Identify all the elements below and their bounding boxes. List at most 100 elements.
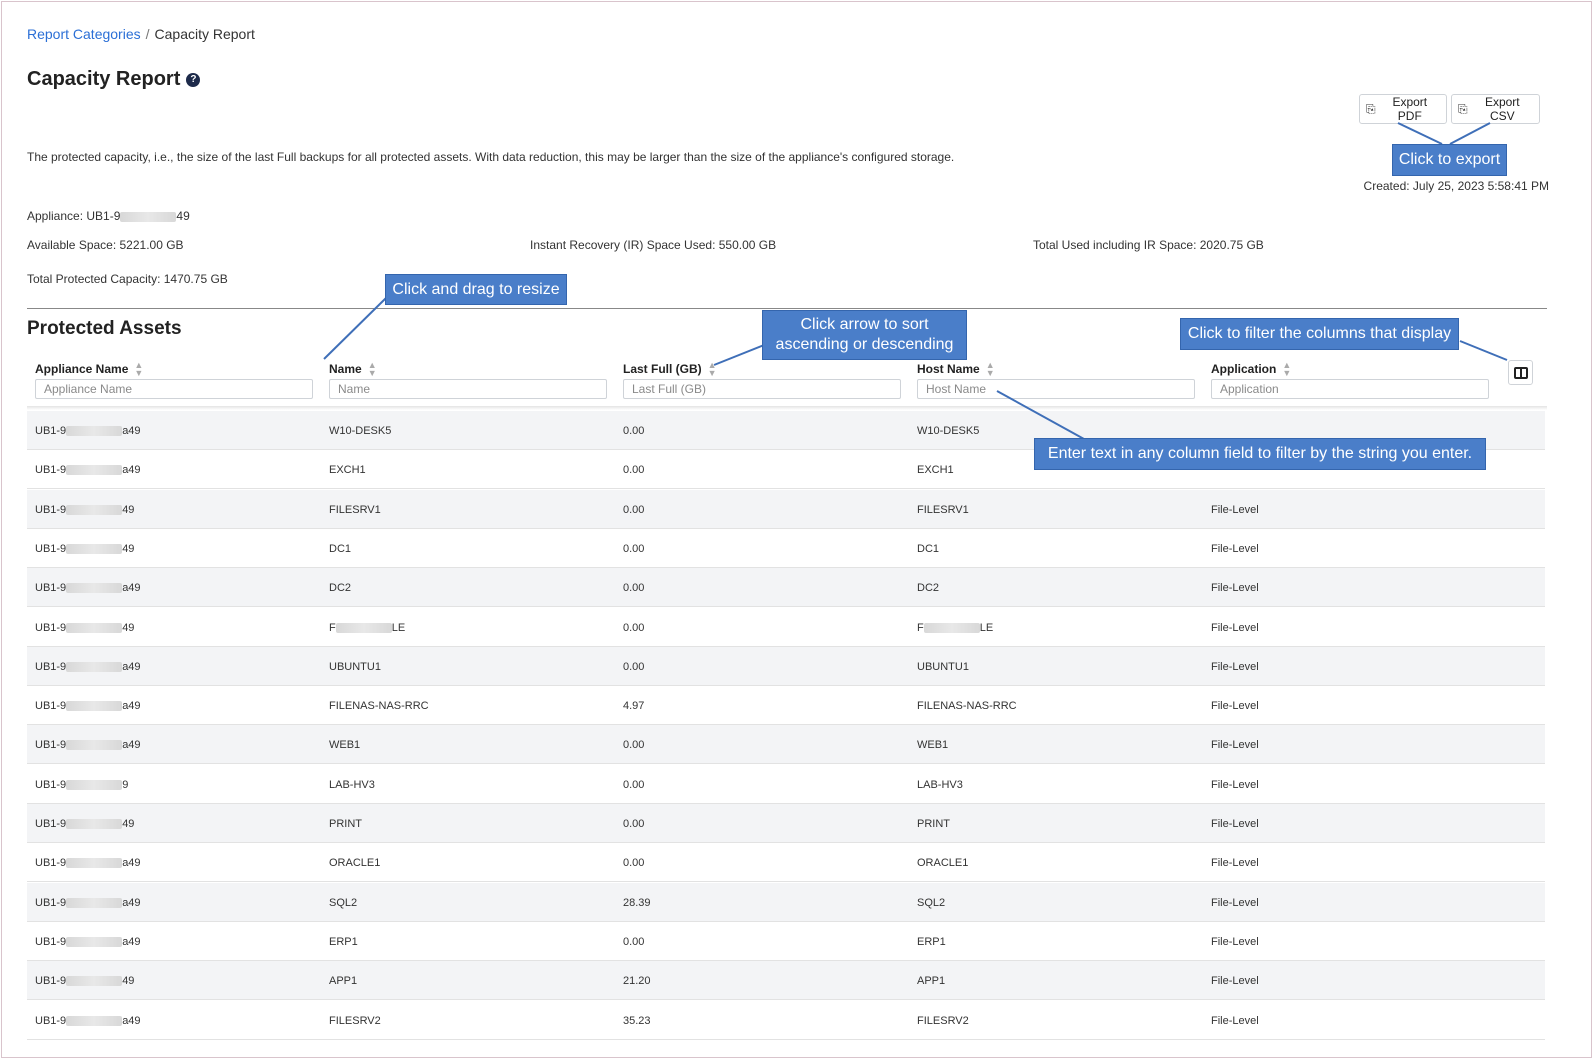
name-text: UBUNTU1 (329, 660, 381, 673)
cell-host-name: ERP1 (917, 936, 946, 948)
redacted-mask (66, 976, 123, 987)
name-text: FILENAS-NAS-RRC (329, 700, 429, 713)
table-row[interactable]: UB1-9 49 F LE 0.00 F LE File-Level (27, 608, 1545, 647)
appliance-suffix: 49 (122, 818, 135, 830)
column-header-application[interactable]: Application ▲ ▼ (1211, 361, 1291, 378)
host-text: FILENAS-NAS-RRC (917, 700, 1017, 713)
table-row[interactable]: UB1-9 49 DC1 0.00 DC1 File-Level (27, 529, 1545, 568)
table-row[interactable]: UB1-9 a49 FILESRV2 35.23 FILESRV2 File-Level (27, 1001, 1545, 1040)
export-pdf-button[interactable]: ⎘ Export PDF (1359, 94, 1447, 124)
appliance-suffix: 9 (122, 778, 129, 791)
appliance-suffix: a49 (122, 1014, 141, 1027)
cell-application: File-Level (1211, 1015, 1259, 1027)
cell-appliance-name: UB1-9 a49 (35, 1015, 141, 1027)
cell-appliance-name: UB1-9 49 (35, 818, 134, 830)
export-icon: ⎘ (1458, 101, 1468, 116)
cell-host-name: LAB-HV3 (917, 779, 963, 791)
host-text: W10-DESK5 (917, 425, 980, 437)
cell-name: DC2 (329, 582, 351, 594)
table-row[interactable]: UB1-9 a49 DC2 0.00 DC2 File-Level (27, 568, 1545, 608)
sort-icon[interactable]: ▲ ▼ (368, 361, 377, 378)
export-csv-button[interactable]: ⎘ Export CSV (1451, 94, 1540, 124)
table-row[interactable]: UB1-9 a49 WEB1 0.00 WEB1 File-Level (27, 725, 1545, 765)
last-full-text: 0.00 (623, 425, 645, 437)
appliance-prefix: UB1-9 (35, 1014, 67, 1027)
report-frame: Report Categories / Capacity Report Capaci… (1, 1, 1592, 1058)
appliance-prefix: UB1-9 (35, 975, 67, 988)
sort-icon[interactable]: ▲ ▼ (986, 361, 995, 378)
table-row[interactable]: UB1-9 49 PRINT 0.00 PRINT File-Level (27, 804, 1545, 843)
cell-last-full: 28.39 (623, 897, 651, 909)
cell-name: F LE (329, 622, 405, 634)
redacted-mask (66, 622, 123, 633)
cell-last-full: 4.97 (623, 700, 644, 712)
column-label: Last Full (GB) (623, 362, 702, 376)
help-icon[interactable]: ? (186, 72, 201, 87)
appliance-suffix: a49 (122, 857, 141, 870)
table-row[interactable]: UB1-9 a49 UBUNTU1 0.00 UBUNTU1 File-Level (27, 646, 1545, 686)
table-row[interactable]: UB1-9 a49 FILENAS-NAS-RRC 4.97 FILENAS-NAS-R… (27, 686, 1545, 726)
cell-application: File-Level (1211, 897, 1259, 909)
column-header-last-full[interactable]: Last Full (GB) ▲ ▼ (623, 361, 717, 378)
export-pdf-label: Export PDF (1392, 95, 1428, 123)
sort-icon[interactable]: ▲ ▼ (134, 361, 143, 378)
filter-input-host-name[interactable] (917, 379, 1195, 399)
redacted-mask (66, 819, 123, 830)
table-row[interactable]: UB1-9 a49 ORACLE1 0.00 ORACLE1 File-Level (27, 843, 1545, 883)
redacted-mask (66, 661, 123, 672)
cell-appliance-name: UB1-9 a49 (35, 661, 141, 673)
name-text: ERP1 (329, 935, 358, 948)
cell-name: FILESRV1 (329, 504, 381, 516)
name-text: PRINT (329, 818, 362, 830)
appliance-prefix: UB1-9 (35, 542, 67, 555)
host-prefix: F (917, 621, 924, 634)
name-prefix: F (329, 621, 336, 634)
table-row[interactable]: UB1-9 a49 ERP1 0.00 ERP1 File-Level (27, 922, 1545, 961)
column-header-name[interactable]: Name ▲ ▼ (329, 361, 377, 378)
host-text: WEB1 (917, 739, 949, 752)
filter-input-application[interactable] (1211, 379, 1489, 399)
table-row[interactable]: UB1-9 a49 SQL2 28.39 SQL2 File-Level (27, 882, 1545, 922)
cell-application: File-Level (1211, 700, 1259, 712)
filter-input-name[interactable] (329, 379, 607, 399)
table-row[interactable]: UB1-9 49 FILESRV1 0.00 FILESRV1 File-Level (27, 489, 1545, 529)
cell-last-full: 0.00 (623, 936, 644, 948)
name-text: W10-DESK5 (329, 425, 392, 437)
cell-application: File-Level (1211, 661, 1259, 673)
cell-last-full: 0.00 (623, 582, 644, 594)
filter-input-last-full[interactable] (623, 379, 901, 399)
cell-appliance-name: UB1-9 a49 (35, 936, 141, 948)
cell-host-name: W10-DESK5 (917, 425, 979, 437)
name-text: FILESRV2 (329, 1014, 381, 1027)
appliance-prefix: UB1-9 (35, 582, 67, 595)
application-text: File-Level (1211, 739, 1259, 752)
column-header-appliance-name[interactable]: Appliance Name ▲ ▼ (35, 361, 143, 378)
breadcrumb-separator: / (145, 26, 150, 42)
column-header-host-name[interactable]: Host Name ▲ ▼ (917, 361, 995, 378)
host-text: PRINT (917, 818, 950, 830)
table-row[interactable]: UB1-9 9 LAB-HV3 0.00 LAB-HV3 File-Level (27, 765, 1545, 804)
sort-icon[interactable]: ▲ ▼ (1282, 361, 1291, 378)
section-divider (27, 308, 1547, 309)
breadcrumb-link-report-categories[interactable]: Report Categories (27, 26, 141, 42)
sort-icon[interactable]: ▲ ▼ (708, 361, 717, 378)
redacted-mask (66, 426, 123, 437)
appliance-suffix: a49 (122, 582, 141, 595)
host-text: ORACLE1 (917, 857, 969, 870)
appliance-prefix: UB1-9 (35, 700, 67, 713)
filter-input-appliance-name[interactable] (35, 379, 313, 399)
cell-last-full: 0.00 (623, 857, 644, 869)
last-full-text: 0.00 (623, 582, 645, 595)
last-full-text: 0.00 (623, 464, 645, 477)
summary-ir-space-used: Instant Recovery (IR) Space Used: 550.00… (530, 238, 777, 252)
name-suffix: LE (391, 621, 406, 634)
host-text: EXCH1 (917, 464, 954, 477)
application-text: File-Level (1211, 857, 1259, 870)
cell-host-name: APP1 (917, 975, 945, 987)
redacted-mask (120, 211, 177, 222)
redacted-mask (66, 897, 123, 908)
table-row[interactable]: UB1-9 49 APP1 21.20 APP1 File-Level (27, 961, 1545, 1001)
cell-last-full: 35.23 (623, 1015, 651, 1027)
application-text: File-Level (1211, 582, 1259, 595)
column-visibility-button[interactable] (1508, 360, 1533, 385)
